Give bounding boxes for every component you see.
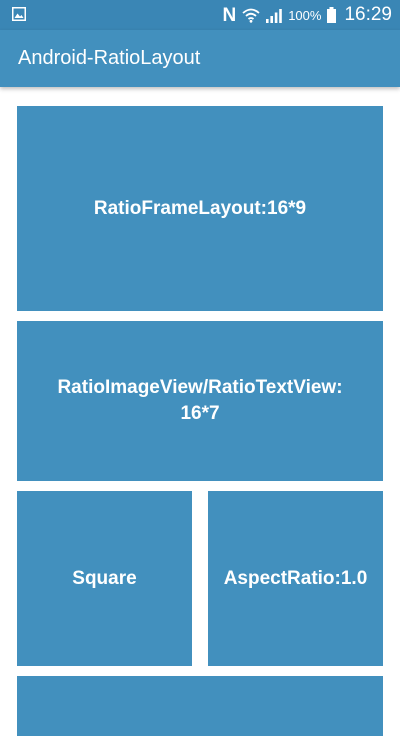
app-title: Android-RatioLayout (18, 47, 201, 69)
clock: 16:29 (344, 4, 392, 25)
signal-icon (266, 8, 283, 23)
partial-tile (17, 676, 383, 736)
ratio-frame-layout-tile: RatioFrameLayout:16*9 (17, 106, 383, 311)
status-icons: N 100% 16:29 (222, 0, 392, 30)
square-tile: Square (17, 491, 192, 666)
content-area: RatioFrameLayout:16*9 RatioImageView/Rat… (0, 87, 400, 736)
aspect-ratio-tile: AspectRatio:1.0 (208, 491, 383, 666)
nfc-icon: N (222, 4, 237, 26)
gallery-icon (12, 7, 26, 21)
ratio-image-text-view-tile: RatioImageView/RatioTextView: 16*7 (17, 321, 383, 481)
battery-icon (327, 7, 337, 23)
wifi-icon (242, 8, 260, 23)
app-bar: Android-RatioLayout (0, 30, 400, 87)
battery-percent: 100% (288, 7, 322, 23)
status-bar: N 100% 16:29 (0, 0, 400, 30)
